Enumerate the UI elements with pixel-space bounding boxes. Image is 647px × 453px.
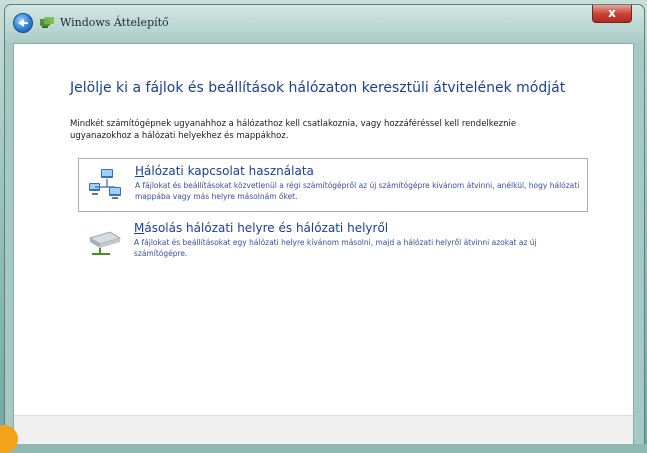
option-title: Másolás hálózati helyre és hálózati hely… [134, 221, 389, 235]
window-title: Windows Áttelepítő [60, 16, 169, 29]
option-description: A fájlokat és beállításokat közvetlenül … [135, 181, 580, 201]
network-computers-icon [89, 169, 121, 199]
windows-easy-transfer-icon [40, 17, 54, 28]
option-network-location[interactable]: Másolás hálózati helyre és hálózati hely… [78, 216, 588, 272]
page-title: Jelölje ki a fájlok és beállítások hálóz… [70, 80, 566, 96]
option-network-connection[interactable]: Hálózati kapcsolat használata A fájlokat… [78, 158, 588, 212]
network-drive-icon [89, 231, 121, 255]
close-button[interactable]: x [592, 5, 632, 23]
back-button[interactable] [13, 13, 33, 33]
intro-text: Mindkét számítógépnek ugyanahhoz a hálóz… [70, 119, 517, 141]
wizard-footer [14, 415, 633, 444]
wizard-content: Jelölje ki a fájlok és beállítások hálóz… [13, 43, 634, 444]
title-bar: Windows Áttelepítő x [5, 5, 644, 43]
migration-wizard-window: Windows Áttelepítő x Jelölje ki a fájlok… [4, 4, 645, 444]
option-description: A fájlokat és beállításokat egy hálózati… [134, 238, 537, 258]
option-title: Hálózati kapcsolat használata [135, 164, 314, 178]
